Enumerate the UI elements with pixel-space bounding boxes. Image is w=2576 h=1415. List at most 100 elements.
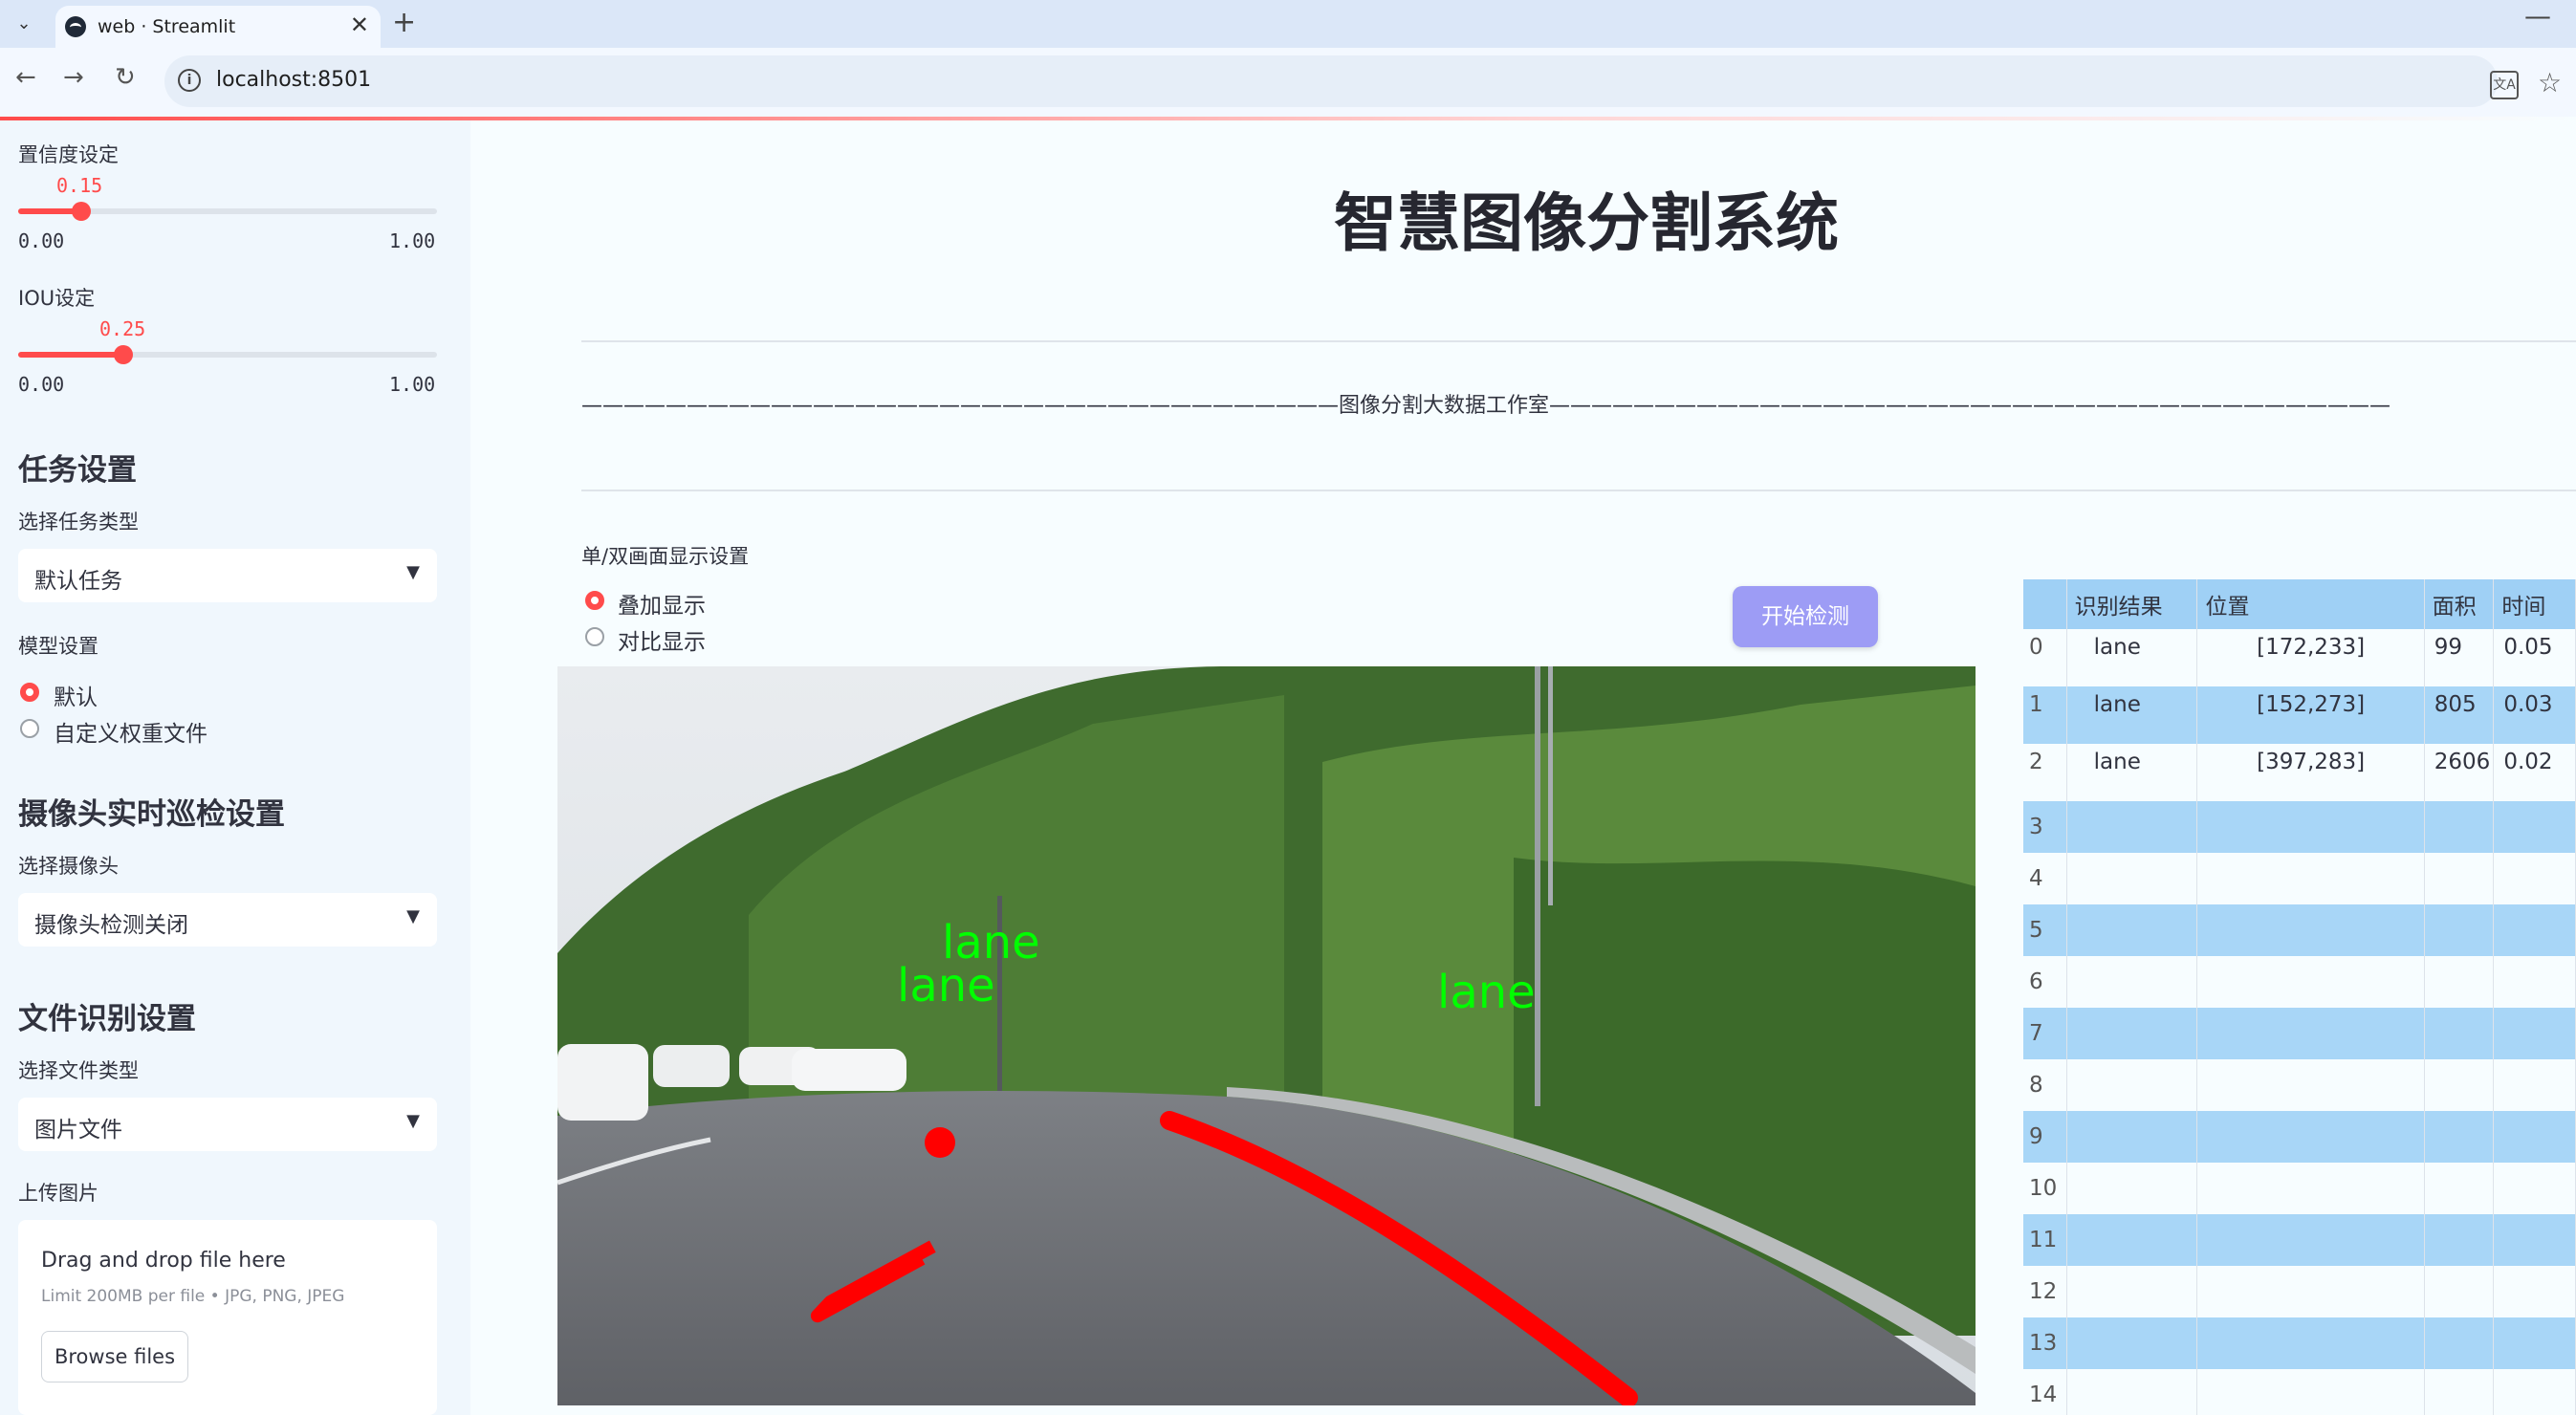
camera-select[interactable]: 摄像头检测关闭 ▼	[18, 893, 437, 947]
row-result	[2066, 956, 2198, 1008]
table-row[interactable]: 1 lane [152,273] 805 0.03	[2023, 686, 2576, 744]
streamlit-favicon-icon	[65, 16, 86, 37]
row-index: 3	[2023, 801, 2067, 853]
overlay-display-radio[interactable]	[585, 591, 604, 610]
table-row[interactable]: 9	[2023, 1111, 2576, 1163]
upload-label: 上传图片	[18, 1182, 98, 1205]
model-default-label[interactable]: 默认	[54, 679, 98, 711]
site-info-icon[interactable]: i	[178, 69, 201, 92]
model-default-radio[interactable]	[20, 683, 39, 702]
header-time[interactable]: 时间	[2493, 579, 2576, 629]
parked-car	[792, 1049, 906, 1091]
row-area	[2424, 1059, 2495, 1111]
row-time	[2493, 904, 2576, 956]
row-area	[2424, 853, 2495, 904]
header-area[interactable]: 面积	[2424, 579, 2495, 629]
table-row[interactable]: 4	[2023, 853, 2576, 904]
bookmark-star-icon[interactable]: ☆	[2538, 67, 2562, 98]
tab-list-chevron-icon[interactable]: ⌄	[8, 8, 40, 40]
row-result	[2066, 1163, 2198, 1214]
table-row[interactable]: 3	[2023, 801, 2576, 853]
row-time	[2493, 1317, 2576, 1369]
row-time: 0.03	[2493, 686, 2576, 744]
table-row[interactable]: 14	[2023, 1369, 2576, 1415]
camera-select-value: 摄像头检测关闭	[34, 913, 188, 938]
table-row[interactable]: 0 lane [172,233] 99 0.05	[2023, 629, 2576, 686]
row-area	[2424, 1369, 2495, 1415]
table-row[interactable]: 12	[2023, 1266, 2576, 1317]
row-result: lane	[2066, 629, 2198, 686]
row-area	[2424, 956, 2495, 1008]
row-index: 9	[2023, 1111, 2067, 1163]
row-area: 99	[2424, 629, 2495, 686]
row-position	[2196, 801, 2425, 853]
lamp-pole	[1535, 666, 1540, 1106]
file-type-select[interactable]: 图片文件 ▼	[18, 1098, 437, 1151]
forward-arrow-icon[interactable]: →	[63, 63, 84, 92]
back-arrow-icon[interactable]: ←	[15, 63, 36, 92]
table-row[interactable]: 11	[2023, 1214, 2576, 1266]
row-area	[2424, 904, 2495, 956]
translate-icon[interactable]: 文A	[2490, 71, 2519, 99]
minimize-button[interactable]: —	[2524, 0, 2551, 32]
page-title: 智慧图像分割系统	[1334, 186, 1839, 260]
row-result	[2066, 904, 2198, 956]
task-type-select[interactable]: 默认任务 ▼	[18, 549, 437, 602]
header-result[interactable]: 识别结果	[2066, 579, 2198, 629]
confidence-min: 0.00	[18, 229, 65, 252]
row-index: 12	[2023, 1266, 2067, 1317]
confidence-slider-thumb[interactable]	[71, 202, 91, 221]
file-dropzone[interactable]: Drag and drop file here Limit 200MB per …	[18, 1220, 437, 1415]
table-row[interactable]: 8	[2023, 1059, 2576, 1111]
row-area	[2424, 1317, 2495, 1369]
row-position	[2196, 1008, 2425, 1059]
iou-slider-thumb[interactable]	[113, 345, 133, 364]
row-time	[2493, 853, 2576, 904]
new-tab-button[interactable]: +	[392, 6, 416, 39]
table-row[interactable]: 7	[2023, 1008, 2576, 1059]
row-position	[2196, 1214, 2425, 1266]
confidence-max: 1.00	[389, 229, 436, 252]
chevron-down-icon: ▼	[406, 906, 420, 926]
row-result: lane	[2066, 744, 2198, 801]
row-area	[2424, 1266, 2495, 1317]
lane-mask	[925, 1127, 955, 1158]
file-type-value: 图片文件	[34, 1118, 122, 1143]
reload-icon[interactable]: ↻	[115, 63, 136, 92]
row-area	[2424, 801, 2495, 853]
iou-slider[interactable]	[18, 345, 437, 364]
row-index: 6	[2023, 956, 2067, 1008]
confidence-slider[interactable]	[18, 202, 437, 221]
row-position: [397,283]	[2196, 744, 2425, 801]
model-custom-radio[interactable]	[20, 719, 39, 738]
row-index: 8	[2023, 1059, 2067, 1111]
start-detection-button[interactable]: 开始检测	[1733, 586, 1878, 647]
results-table[interactable]: 识别结果 位置 面积 时间 0 lane [172,233] 99 0.05 1 lane[…	[2023, 579, 2576, 1415]
parked-car	[653, 1045, 730, 1087]
confidence-label: 置信度设定	[18, 143, 119, 166]
tab-close-icon[interactable]: ✕	[350, 11, 369, 38]
row-position	[2196, 1369, 2425, 1415]
compare-display-label[interactable]: 对比显示	[618, 623, 706, 656]
table-row[interactable]: 2 lane [397,283] 2606 0.02	[2023, 744, 2576, 801]
header-position[interactable]: 位置	[2196, 579, 2425, 629]
dropzone-limit-text: Limit 200MB per file • JPG, PNG, JPEG	[41, 1287, 345, 1306]
row-position	[2196, 1059, 2425, 1111]
table-row[interactable]: 13	[2023, 1317, 2576, 1369]
iou-min: 0.00	[18, 373, 65, 396]
compare-display-radio[interactable]	[585, 627, 604, 646]
row-result	[2066, 1266, 2198, 1317]
table-row[interactable]: 10	[2023, 1163, 2576, 1214]
address-bar[interactable]: i localhost:8501	[164, 55, 2498, 107]
row-time: 0.05	[2493, 629, 2576, 686]
iou-slider-fill	[18, 352, 123, 358]
file-type-label: 选择文件类型	[18, 1059, 139, 1082]
table-header-row: 识别结果 位置 面积 时间	[2023, 579, 2576, 629]
overlay-display-label[interactable]: 叠加显示	[618, 587, 706, 620]
browser-tab[interactable]: web · Streamlit ✕	[55, 6, 381, 48]
table-row[interactable]: 6	[2023, 956, 2576, 1008]
table-row[interactable]: 5	[2023, 904, 2576, 956]
row-result	[2066, 1214, 2198, 1266]
browse-files-button[interactable]: Browse files	[41, 1331, 188, 1382]
model-custom-label[interactable]: 自定义权重文件	[54, 715, 207, 748]
